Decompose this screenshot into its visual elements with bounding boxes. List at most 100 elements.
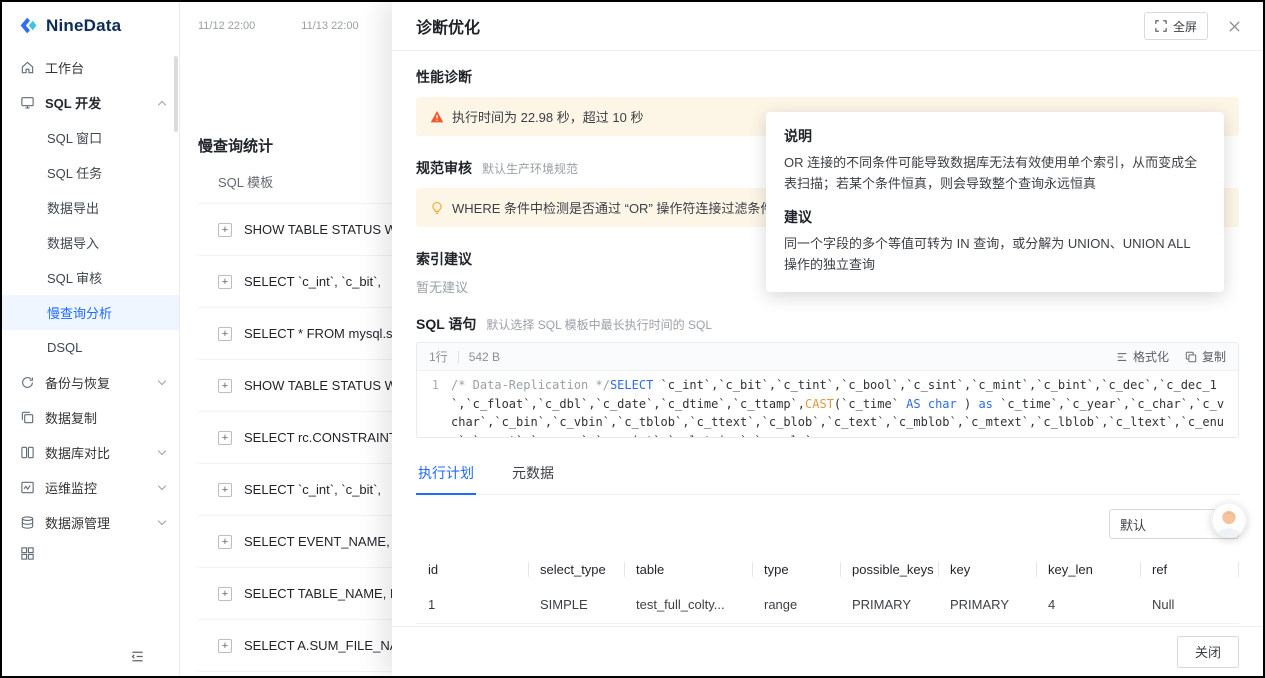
expand-button[interactable]: + — [218, 639, 232, 653]
column-header-table: table — [624, 553, 752, 586]
expand-button[interactable]: + — [218, 483, 232, 497]
performance-section-title: 性能诊断 — [416, 67, 1239, 87]
sidebar-item-data-replication[interactable]: 数据复制 — [2, 400, 179, 435]
sql-template-text: SELECT rc.CONSTRAINT_ — [244, 430, 404, 445]
rule-tooltip-popover: 说明 OR 连接的不同条件可能导致数据库无法有效使用单个索引，从而变成全表扫描；… — [766, 112, 1224, 292]
tooltip-suggest-title: 建议 — [784, 207, 1206, 227]
sidebar-item-workbench[interactable]: 工作台 — [2, 50, 179, 85]
warning-icon — [430, 110, 444, 124]
sidebar-item-label: 数据复制 — [45, 408, 97, 427]
copy-button[interactable]: 复制 — [1185, 348, 1226, 365]
close-button[interactable]: 关闭 — [1177, 636, 1239, 668]
sql-keyword-token: AS char — [906, 397, 957, 411]
cell-table: test_full_colty... — [624, 586, 752, 624]
column-header-key: key — [938, 553, 1036, 586]
sidebar-item-partial[interactable] — [2, 540, 179, 566]
code-body[interactable]: 1 /* Data-Replication */SELECT `c_int`,`… — [417, 371, 1238, 437]
sidebar-item-label: 慢查询分析 — [47, 303, 112, 322]
home-icon — [20, 60, 36, 76]
tooltip-explain-title: 说明 — [784, 126, 1206, 146]
cell-id: 1 — [416, 586, 528, 624]
sql-section-head: SQL 语句 默认选择 SQL 模板中最长执行时间的 SQL — [416, 314, 1239, 334]
tab-execution-plan[interactable]: 执行计划 — [416, 454, 476, 495]
sidebar-item-ops-monitor[interactable]: 运维监控 — [2, 470, 179, 505]
sidebar-item-datasource-mgmt[interactable]: 数据源管理 — [2, 505, 179, 540]
sidebar: NineData 工作台 SQL 开发 SQL 窗口 SQL 任务 数据导出 数… — [2, 2, 180, 676]
expand-button[interactable]: + — [218, 327, 232, 341]
line-number: 1 — [417, 376, 451, 431]
fullscreen-button[interactable]: 全屏 — [1144, 12, 1208, 40]
drawer-header: 诊断优化 全屏 — [392, 2, 1263, 51]
tooltip-suggest-body: 同一个字段的多个等值可转为 IN 查询，或分解为 UNION、UNION ALL… — [784, 233, 1206, 276]
sql-plain-token: (`c_time` — [834, 397, 906, 411]
sidebar-item-sql-window[interactable]: SQL 窗口 — [2, 120, 179, 155]
cell-key: PRIMARY — [938, 586, 1036, 624]
sidebar-nav: 工作台 SQL 开发 SQL 窗口 SQL 任务 数据导出 数据导入 SQL 审… — [2, 50, 179, 566]
sidebar-item-label: 数据导出 — [47, 198, 99, 217]
user-avatar[interactable] — [1211, 502, 1247, 538]
fullscreen-icon — [1155, 20, 1167, 32]
sidebar-item-data-export[interactable]: 数据导出 — [2, 190, 179, 225]
bulb-icon — [430, 201, 444, 215]
close-icon — [1228, 20, 1241, 33]
sidebar-item-sql-review[interactable]: SQL 审核 — [2, 260, 179, 295]
sidebar-item-label: SQL 任务 — [47, 163, 102, 182]
sql-comment-token: /* Data-Replication */ — [451, 378, 610, 392]
sidebar-collapse-bar — [2, 636, 179, 676]
expand-button[interactable]: + — [218, 275, 232, 289]
cell-ref: Null — [1140, 586, 1239, 624]
sql-dev-icon — [20, 95, 36, 111]
expand-button[interactable]: + — [218, 379, 232, 393]
sidebar-scrollbar[interactable] — [174, 56, 178, 132]
sql-template-text: SELECT TABLE_NAME, PA — [244, 586, 406, 601]
column-header-ref: ref — [1140, 553, 1239, 586]
column-header-key-len: key_len — [1036, 553, 1140, 586]
fullscreen-label: 全屏 — [1173, 18, 1197, 35]
sidebar-item-db-compare[interactable]: 数据库对比 — [2, 435, 179, 470]
sql-template-text: SELECT A.SUM_FILE_NA — [244, 638, 398, 653]
menu-fold-button[interactable] — [130, 649, 145, 664]
copy-label: 复制 — [1202, 348, 1226, 365]
sidebar-item-slow-query-analysis[interactable]: 慢查询分析 — [2, 295, 179, 330]
format-button[interactable]: 格式化 — [1116, 348, 1169, 365]
line-count: 1行 — [429, 348, 448, 365]
column-header-select-type: select_type — [528, 553, 624, 586]
format-icon — [1116, 351, 1128, 363]
sql-template-text: SHOW TABLE STATUS WH — [244, 222, 406, 237]
menu-fold-icon — [130, 649, 145, 664]
sidebar-item-label: 工作台 — [45, 58, 84, 77]
replication-icon — [20, 410, 36, 426]
chevron-down-icon — [158, 482, 166, 490]
sidebar-item-dsql[interactable]: DSQL — [2, 330, 179, 365]
time-label: 11/13 22:00 — [301, 20, 358, 32]
expand-button[interactable]: + — [218, 535, 232, 549]
db-compare-icon — [20, 445, 36, 461]
sidebar-item-label: 备份与恢复 — [45, 373, 110, 392]
sidebar-item-sql-dev[interactable]: SQL 开发 — [2, 85, 179, 120]
sidebar-item-label: DSQL — [47, 340, 82, 355]
sidebar-item-sql-task[interactable]: SQL 任务 — [2, 155, 179, 190]
sidebar-item-label: 运维监控 — [45, 478, 97, 497]
ninedata-logo-icon — [18, 15, 39, 36]
column-header-type: type — [752, 553, 840, 586]
sql-section-title: SQL 语句 — [416, 314, 476, 334]
grid-icon — [20, 545, 36, 561]
sql-keyword-token: SELECT — [610, 378, 653, 392]
expand-button[interactable]: + — [218, 431, 232, 445]
expand-button[interactable]: + — [218, 223, 232, 237]
code-actions: 格式化 复制 — [1116, 348, 1226, 365]
select-value: 默认 — [1120, 515, 1146, 534]
sql-template-text: SELECT EVENT_NAME, rc — [244, 534, 404, 549]
tab-metadata[interactable]: 元数据 — [510, 454, 556, 494]
sidebar-item-backup-restore[interactable]: 备份与恢复 — [2, 365, 179, 400]
drawer-close-button[interactable] — [1226, 18, 1243, 35]
expand-button[interactable]: + — [218, 587, 232, 601]
sql-template-text: SHOW TABLE STATUS WH — [244, 378, 406, 393]
diagnostic-drawer: 诊断优化 全屏 性能诊断 执行时间为 22.98 秒，超过 10 秒 — [392, 2, 1263, 676]
sql-template-text: SELECT * FROM mysql.slo — [244, 326, 403, 341]
brand-logo[interactable]: NineData — [2, 2, 179, 46]
sidebar-item-label: SQL 窗口 — [47, 128, 102, 147]
sidebar-item-data-import[interactable]: 数据导入 — [2, 225, 179, 260]
rule-alert-text: WHERE 条件中检测是否通过 “OR” 操作符连接过滤条件 — [452, 198, 773, 217]
chevron-up-icon — [158, 100, 166, 108]
